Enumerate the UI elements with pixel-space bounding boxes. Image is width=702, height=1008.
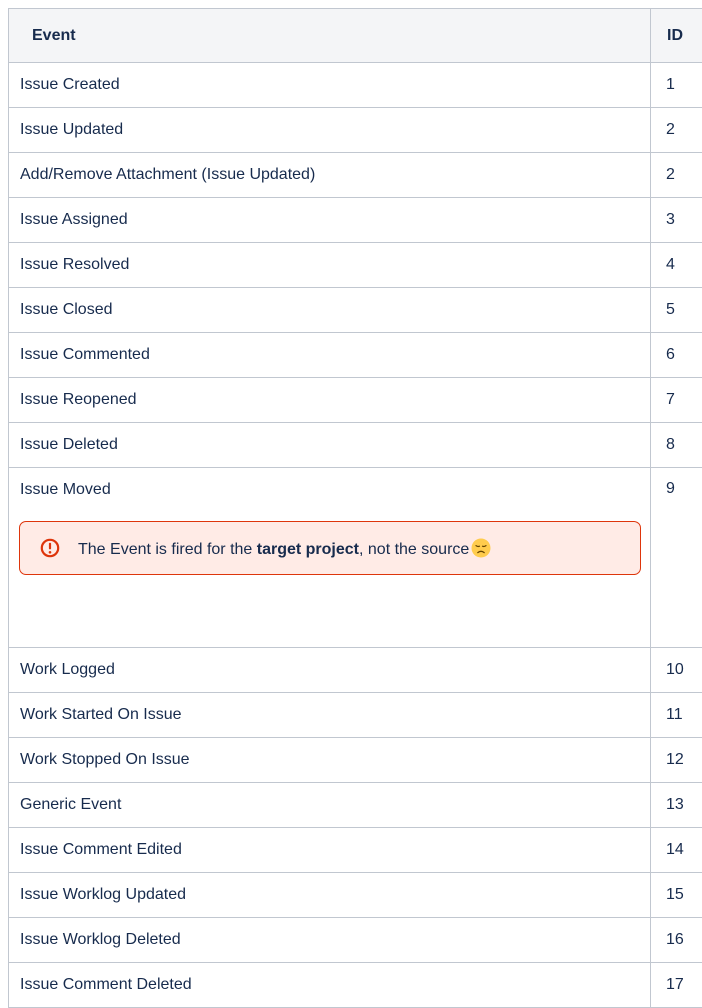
id-cell: 6 [651, 333, 702, 378]
event-cell: Issue Assigned [9, 198, 651, 243]
id-cell: 8 [651, 423, 702, 468]
id-cell: 16 [651, 918, 702, 963]
event-cell: Issue Comment Deleted [9, 963, 651, 1008]
id-cell: 5 [651, 288, 702, 333]
event-cell: Issue Worklog Updated [9, 873, 651, 918]
table-row: Issue Moved The Event is fired for the t… [9, 468, 702, 648]
table-row: Generic Event 13 [9, 783, 702, 828]
table-row: Issue Comment Deleted 17 [9, 963, 702, 1008]
event-cell: Issue Closed [9, 288, 651, 333]
disappointed-face-icon [471, 538, 491, 558]
id-cell: 1 [651, 63, 702, 108]
table-header-row: Event ID [9, 9, 702, 63]
events-table: Event ID Issue Created 1 Issue Updated 2… [8, 8, 702, 1008]
table-row: Issue Resolved 4 [9, 243, 702, 288]
event-cell: Generic Event [9, 783, 651, 828]
event-cell: Issue Created [9, 63, 651, 108]
error-message: The Event is fired for the target projec… [78, 538, 491, 559]
table-row: Issue Closed 5 [9, 288, 702, 333]
table-row: Issue Worklog Deleted 16 [9, 918, 702, 963]
table-row: Issue Worklog Updated 15 [9, 873, 702, 918]
event-cell: Work Logged [9, 648, 651, 693]
event-cell: Work Stopped On Issue [9, 738, 651, 783]
event-cell: Issue Updated [9, 108, 651, 153]
table-row: Work Stopped On Issue 12 [9, 738, 702, 783]
table-row: Issue Deleted 8 [9, 423, 702, 468]
table-row: Issue Commented 6 [9, 333, 702, 378]
table-row: Work Started On Issue 11 [9, 693, 702, 738]
event-cell: Issue Commented [9, 333, 651, 378]
table-row: Issue Comment Edited 14 [9, 828, 702, 873]
event-label: Issue Moved [20, 480, 650, 500]
table-row: Add/Remove Attachment (Issue Updated) 2 [9, 153, 702, 198]
id-cell: 12 [651, 738, 702, 783]
table-row: Issue Assigned 3 [9, 198, 702, 243]
event-cell: Issue Comment Edited [9, 828, 651, 873]
id-cell: 15 [651, 873, 702, 918]
table-row: Issue Created 1 [9, 63, 702, 108]
event-cell: Issue Resolved [9, 243, 651, 288]
id-cell: 13 [651, 783, 702, 828]
id-cell: 17 [651, 963, 702, 1008]
error-icon [40, 538, 60, 558]
id-cell: 2 [651, 108, 702, 153]
table-row: Work Logged 10 [9, 648, 702, 693]
id-cell: 9 [651, 468, 702, 648]
id-cell: 4 [651, 243, 702, 288]
id-cell: 11 [651, 693, 702, 738]
event-cell: Issue Moved The Event is fired for the t… [9, 468, 651, 648]
id-cell: 2 [651, 153, 702, 198]
error-message-end: , not the source [359, 541, 469, 558]
event-cell: Issue Deleted [9, 423, 651, 468]
event-column-header: Event [9, 9, 651, 63]
id-cell: 3 [651, 198, 702, 243]
event-cell: Issue Reopened [9, 378, 651, 423]
error-message-emphasis: target project [257, 541, 359, 558]
id-column-header: ID [651, 9, 702, 63]
id-cell: 14 [651, 828, 702, 873]
table-row: Issue Updated 2 [9, 108, 702, 153]
error-panel: The Event is fired for the target projec… [19, 521, 641, 575]
event-cell: Add/Remove Attachment (Issue Updated) [9, 153, 651, 198]
table-row: Issue Reopened 7 [9, 378, 702, 423]
id-cell: 10 [651, 648, 702, 693]
id-cell: 7 [651, 378, 702, 423]
event-cell: Work Started On Issue [9, 693, 651, 738]
error-message-start: The Event is fired for the [78, 541, 257, 558]
event-cell: Issue Worklog Deleted [9, 918, 651, 963]
